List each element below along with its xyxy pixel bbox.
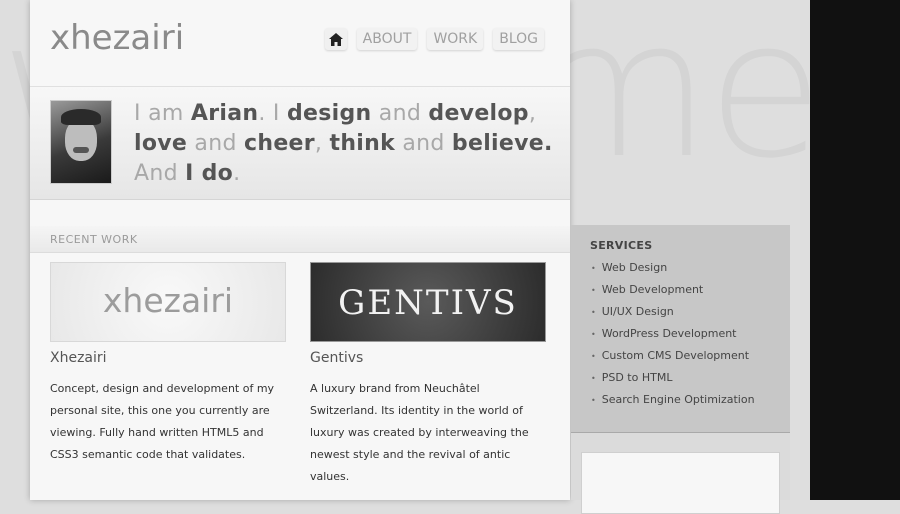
- services-title: SERVICES: [590, 239, 653, 252]
- work-item: GENTIVS Gentivs A luxury brand from Neuc…: [310, 262, 546, 488]
- service-item[interactable]: • PSD to HTML: [591, 367, 755, 389]
- main-nav: ABOUT WORK BLOG: [324, 28, 544, 50]
- intro-text-fragment: I am: [134, 101, 191, 126]
- sidebar-box: [581, 452, 780, 514]
- work-title[interactable]: Xhezairi: [50, 350, 286, 366]
- work-thumbnail[interactable]: xhezairi: [50, 262, 286, 342]
- intro-text-fragment: ,: [314, 131, 330, 156]
- section-title: RECENT WORK: [50, 233, 138, 246]
- service-item[interactable]: • Web Design: [591, 257, 755, 279]
- intro-statement: I am Arian. I design and develop, love a…: [134, 99, 554, 189]
- nav-work[interactable]: WORK: [427, 28, 484, 50]
- home-icon: [328, 32, 343, 46]
- intro-keyword: Arian: [190, 101, 259, 126]
- work-description: A luxury brand from Neuchâtel Switzerlan…: [310, 382, 529, 483]
- thumbnail-logo-text: xhezairi: [102, 281, 234, 320]
- thumbnail-logo-text: GENTIVS: [338, 283, 518, 323]
- intro-text-fragment: . I: [258, 101, 287, 126]
- intro-keyword: design: [287, 101, 372, 126]
- intro-keyword: I do: [185, 161, 234, 186]
- work-title[interactable]: Gentivs: [310, 350, 546, 366]
- sidebar-lower-panel: [571, 433, 790, 514]
- avatar: [50, 100, 112, 184]
- nav-about[interactable]: ABOUT: [356, 28, 418, 50]
- service-item[interactable]: • WordPress Development: [591, 323, 755, 345]
- intro-text-fragment: And: [134, 161, 186, 186]
- intro-text-fragment: and: [395, 131, 452, 156]
- intro-keyword: love: [134, 131, 188, 156]
- services-list: • Web Design • Web Development • UI/UX Desi…: [591, 257, 755, 411]
- work-thumbnail[interactable]: GENTIVS: [310, 262, 546, 342]
- intro-text-fragment: .: [233, 161, 241, 186]
- work-item: xhezairi Xhezairi Concept, design and de…: [50, 262, 286, 466]
- intro-banner: I am Arian. I design and develop, love a…: [30, 86, 570, 200]
- intro-keyword: think: [329, 131, 396, 156]
- service-item[interactable]: • UI/UX Design: [591, 301, 755, 323]
- main-column: xhezairi ABOUT WORK BLOG I am Arian. I d…: [30, 0, 570, 500]
- service-item[interactable]: • Custom CMS Development: [591, 345, 755, 367]
- site-logo[interactable]: xhezairi: [50, 18, 184, 58]
- intro-text-fragment: and: [371, 101, 429, 126]
- intro-keyword: cheer: [244, 131, 315, 156]
- right-dark-margin: [810, 0, 900, 500]
- nav-blog[interactable]: BLOG: [493, 28, 544, 50]
- recent-work-header: RECENT WORK: [30, 226, 570, 253]
- intro-text-fragment: ,: [528, 101, 537, 126]
- services-panel: SERVICES • Web Design • Web Development • U…: [571, 225, 790, 433]
- service-item[interactable]: • Search Engine Optimization: [591, 389, 755, 411]
- intro-keyword: develop: [428, 101, 529, 126]
- intro-text-fragment: and: [187, 131, 245, 156]
- home-button[interactable]: [324, 28, 347, 50]
- work-description: Concept, design and development of my pe…: [50, 382, 275, 461]
- service-item[interactable]: • Web Development: [591, 279, 755, 301]
- intro-keyword: believe.: [451, 131, 553, 156]
